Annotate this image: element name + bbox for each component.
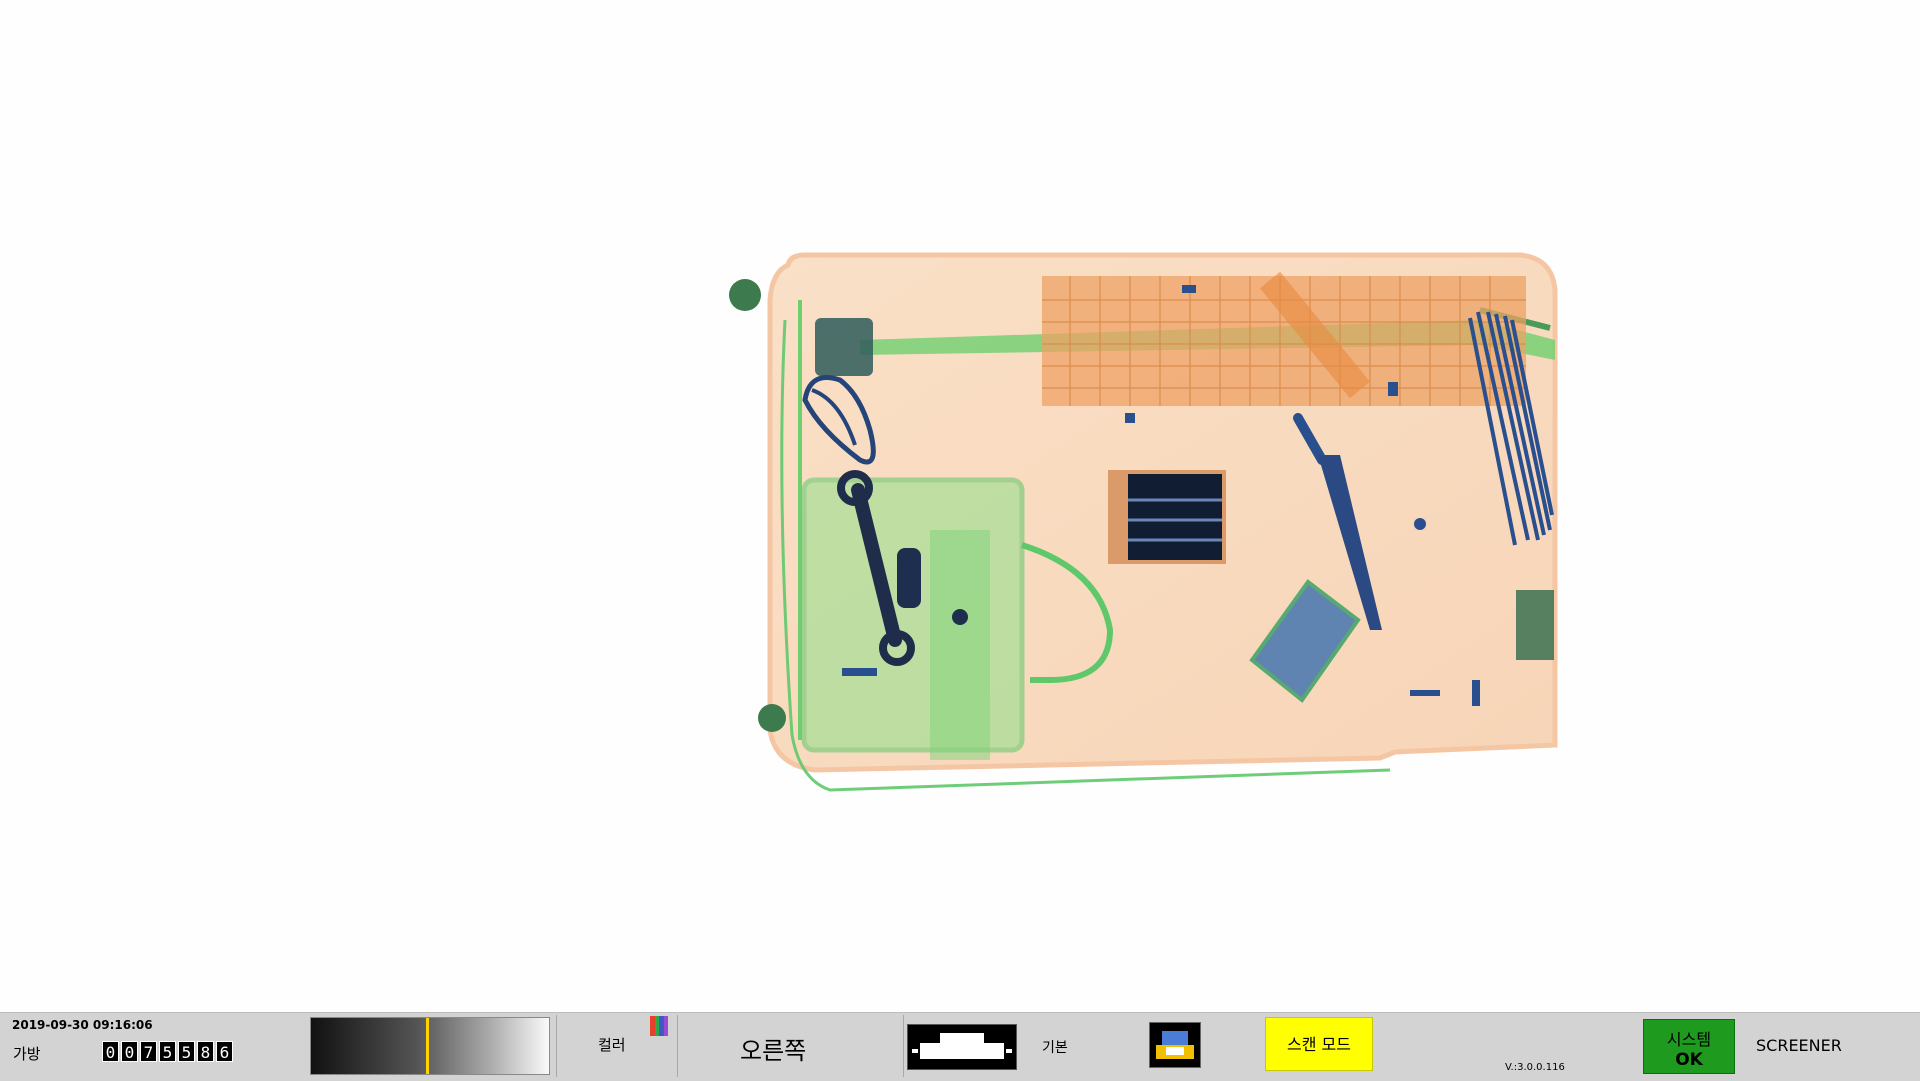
counter-digit: 0 [121,1041,138,1062]
divider [556,1015,557,1077]
color-mode-label[interactable]: 컬러 [598,1034,626,1055]
threat-image-projection-icon [1156,1031,1194,1059]
battery-pack [1108,470,1226,564]
threat-image-button[interactable] [1149,1022,1201,1068]
system-status-value: OK [1675,1050,1703,1070]
cylinder-object [897,548,921,608]
counter-digit: 8 [197,1041,214,1062]
clasp-object [952,609,968,625]
default-mode-label[interactable]: 기본 [1042,1037,1068,1057]
conveyor-belt-button[interactable] [907,1024,1017,1070]
software-version: V.:3.0.0.116 [1505,1062,1565,1073]
wheel [729,279,761,311]
keyboard [1042,271,1526,406]
divider [677,1015,678,1077]
wheel [758,704,786,732]
counter-digit: 5 [178,1041,195,1062]
scan-datetime: 2019-09-30 09:16:06 [12,1018,153,1032]
xray-scan-image [729,252,1558,792]
counter-digit: 7 [140,1041,157,1062]
user-role: SCREENER [1756,1036,1842,1055]
divider [903,1015,904,1077]
counter-digit: 6 [216,1041,233,1062]
grayscale-slider-thumb[interactable] [426,1018,430,1074]
status-bar: 2019-09-30 09:16:06 가방 0 0 7 5 5 8 6 컬러 … [0,1012,1920,1081]
grayscale-level-slider[interactable] [310,1017,550,1075]
system-status-button[interactable]: 시스템 OK [1643,1019,1735,1074]
swatch-purple [663,1016,668,1036]
color-swatch-icon[interactable] [650,1016,668,1036]
conveyor-direction-label[interactable]: 오른쪽 [740,1031,806,1066]
conveyor-belt-icon [912,1033,1012,1059]
system-status-label: 시스템 [1666,1030,1712,1049]
counter-digit: 0 [102,1041,119,1062]
xray-image-viewer[interactable] [0,0,1920,1012]
scan-mode-button[interactable]: 스캔 모드 [1265,1017,1373,1071]
counter-digit: 5 [159,1041,176,1062]
bag-counter: 0 0 7 5 5 8 6 [102,1041,233,1062]
bag-counter-label: 가방 [13,1045,41,1063]
